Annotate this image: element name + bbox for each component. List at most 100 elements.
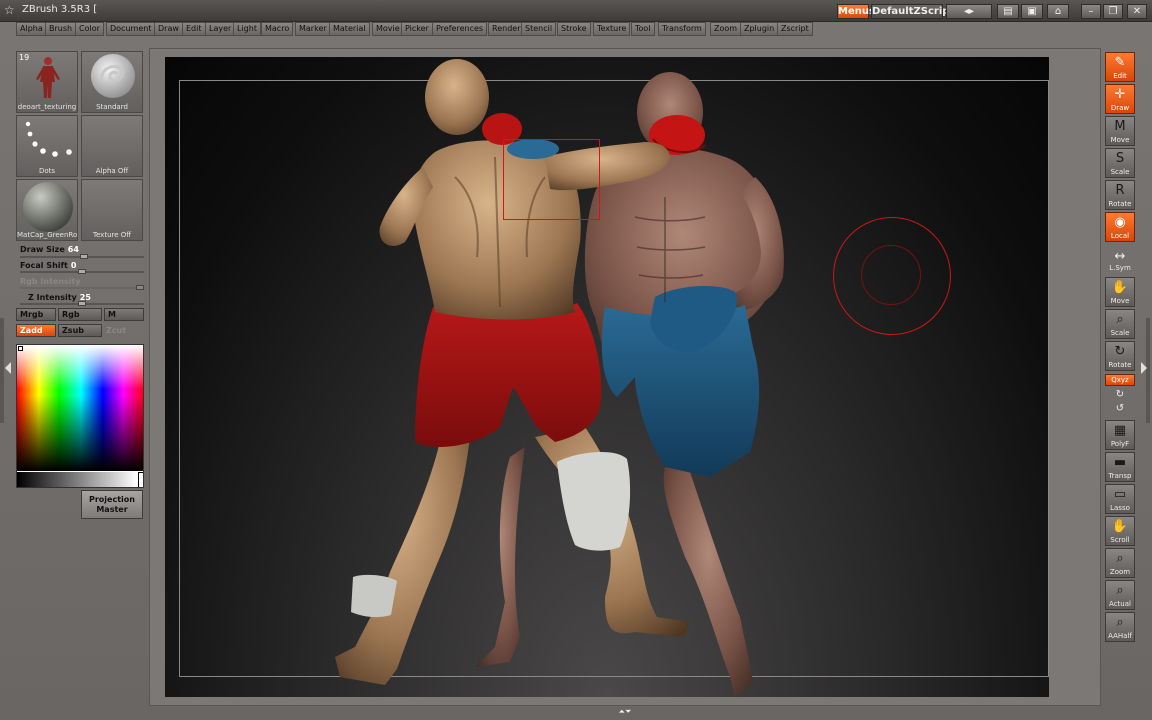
- actual-button[interactable]: ⌕ Actual: [1105, 580, 1135, 610]
- scale-mode-button[interactable]: S Scale: [1105, 148, 1135, 178]
- left-tray-handle[interactable]: [0, 318, 4, 423]
- layout-button-2[interactable]: ▣: [1021, 4, 1043, 19]
- color-picker[interactable]: [16, 344, 144, 488]
- rotate-y-icon[interactable]: ↻: [1105, 389, 1135, 401]
- grayscale-bar[interactable]: [17, 472, 137, 487]
- draw-size-param: Draw Size 64: [20, 245, 79, 254]
- move-view-button[interactable]: ✋ Move: [1105, 277, 1135, 307]
- close-button[interactable]: ✕: [1127, 4, 1147, 19]
- zcut-button[interactable]: Zcut: [102, 324, 144, 337]
- rotate-icon: R: [1115, 183, 1125, 198]
- z-intensity-slider[interactable]: [20, 301, 144, 306]
- scale-view-button[interactable]: ⌕ Scale: [1105, 309, 1135, 339]
- stroke-thumbnail[interactable]: Dots: [16, 115, 78, 177]
- menu-render[interactable]: Render: [488, 22, 525, 36]
- menu-zplugin[interactable]: Zplugin: [740, 22, 779, 36]
- draw-size-value: 64: [67, 245, 79, 254]
- menu-color[interactable]: Color: [75, 22, 104, 36]
- selected-color-swatch[interactable]: [138, 472, 143, 487]
- expand-left-icon[interactable]: [5, 362, 11, 374]
- focal-shift-knob[interactable]: [78, 269, 86, 274]
- focal-shift-label: Focal Shift: [20, 261, 68, 270]
- polyf-label: PolyF: [1110, 440, 1130, 448]
- xyz-rotation-button[interactable]: Qxyz: [1105, 374, 1135, 386]
- move-mode-button[interactable]: M Move: [1105, 116, 1135, 146]
- document-canvas[interactable]: [165, 57, 1049, 697]
- z-intensity-knob[interactable]: [78, 301, 86, 306]
- layout-arrows-button[interactable]: ◂▸: [946, 4, 992, 19]
- scroll-button[interactable]: ✋ Scroll: [1105, 516, 1135, 546]
- menu-material[interactable]: Material: [329, 22, 370, 36]
- menu-picker[interactable]: Picker: [401, 22, 433, 36]
- selection-rectangle[interactable]: [503, 139, 600, 220]
- menus-button[interactable]: Menus: [837, 4, 875, 19]
- expand-right-icon[interactable]: [1141, 362, 1147, 374]
- rotate-label: Rotate: [1108, 200, 1132, 208]
- rotate-mode-button[interactable]: R Rotate: [1105, 180, 1135, 210]
- zadd-button[interactable]: Zadd: [16, 324, 56, 337]
- draw-size-slider[interactable]: [20, 254, 144, 259]
- menu-document[interactable]: Document: [106, 22, 156, 36]
- tool-thumbnail[interactable]: 19 deoart_texturing: [16, 51, 78, 113]
- mrgb-button[interactable]: Mrgb: [16, 308, 56, 321]
- aahalf-label: AAHalf: [1108, 632, 1132, 640]
- rgb-intensity-slider[interactable]: [20, 285, 144, 290]
- menu-layer[interactable]: Layer: [205, 22, 236, 36]
- menu-marker[interactable]: Marker: [295, 22, 331, 36]
- draw-size-knob[interactable]: [80, 254, 88, 259]
- edit-button[interactable]: ✎ Edit: [1105, 52, 1135, 82]
- menu-macro[interactable]: Macro: [261, 22, 294, 36]
- menu-tool[interactable]: Tool: [631, 22, 655, 36]
- boxers-sculpt[interactable]: [165, 57, 1049, 697]
- layout-button-3[interactable]: ⌂: [1047, 4, 1069, 19]
- lasso-button[interactable]: ▭ Lasso: [1105, 484, 1135, 514]
- menu-movie[interactable]: Movie: [372, 22, 404, 36]
- menu-preferences[interactable]: Preferences: [432, 22, 488, 36]
- texture-label: Texture Off: [92, 231, 132, 239]
- local-button[interactable]: ◉ Local: [1105, 212, 1135, 242]
- scroll-hand-icon: ✋: [1111, 519, 1129, 534]
- polyframe-button[interactable]: ▦ PolyF: [1105, 420, 1135, 450]
- menu-brush[interactable]: Brush: [45, 22, 77, 36]
- aahalf-button[interactable]: ⌕ AAHalf: [1105, 612, 1135, 642]
- default-zscript-button[interactable]: DefaultZScript: [871, 4, 954, 19]
- menu-transform[interactable]: Transform: [658, 22, 706, 36]
- menu-texture[interactable]: Texture: [593, 22, 631, 36]
- menu-edit[interactable]: Edit: [182, 22, 206, 36]
- draw-icon: ✛: [1114, 87, 1126, 102]
- menu-zoom[interactable]: Zoom: [710, 22, 742, 36]
- zsub-button[interactable]: Zsub: [58, 324, 102, 337]
- rotate-view-button[interactable]: ↻ Rotate: [1105, 341, 1135, 371]
- zoom-button[interactable]: ⌕ Zoom: [1105, 548, 1135, 578]
- maximize-button[interactable]: ❐: [1103, 4, 1123, 19]
- color-selector-marker[interactable]: [18, 346, 23, 351]
- rgb-intensity-param: Rgb Intensity: [20, 277, 81, 286]
- actual-icon: ⌕: [1116, 583, 1124, 598]
- menu-stencil[interactable]: Stencil: [521, 22, 557, 36]
- menu-light[interactable]: Light: [233, 22, 261, 36]
- layout-button-1[interactable]: ▤: [997, 4, 1019, 19]
- transp-icon: ▬: [1113, 455, 1127, 470]
- menu-stroke[interactable]: Stroke: [557, 22, 591, 36]
- menu-zscript[interactable]: Zscript: [777, 22, 813, 36]
- minimize-button[interactable]: –: [1081, 4, 1101, 19]
- material-label: MatCap_GreenRo: [17, 231, 77, 239]
- menu-draw[interactable]: Draw: [154, 22, 183, 36]
- rgb-button[interactable]: Rgb: [58, 308, 102, 321]
- bottom-tray-handle-icon[interactable]: ⏶⏷: [612, 708, 638, 718]
- focal-shift-slider[interactable]: [20, 269, 144, 274]
- texture-thumbnail[interactable]: Texture Off: [81, 179, 143, 241]
- m-button[interactable]: M: [104, 308, 144, 321]
- rotate-z-icon[interactable]: ↺: [1105, 403, 1135, 415]
- draw-button[interactable]: ✛ Draw: [1105, 84, 1135, 114]
- transparency-button[interactable]: ▬ Transp: [1105, 452, 1135, 482]
- brush-thumbnail[interactable]: Standard: [81, 51, 143, 113]
- color-gradient-field[interactable]: [17, 345, 143, 471]
- rgb-intensity-knob[interactable]: [136, 285, 144, 290]
- alpha-thumbnail[interactable]: Alpha Off: [81, 115, 143, 177]
- lsym-button[interactable]: ↔ L.Sym: [1105, 246, 1135, 274]
- close-icon: ✕: [1132, 6, 1142, 17]
- projection-master-button[interactable]: Projection Master: [81, 490, 143, 519]
- material-thumbnail[interactable]: MatCap_GreenRo: [16, 179, 78, 241]
- menu-alpha[interactable]: Alpha: [16, 22, 47, 36]
